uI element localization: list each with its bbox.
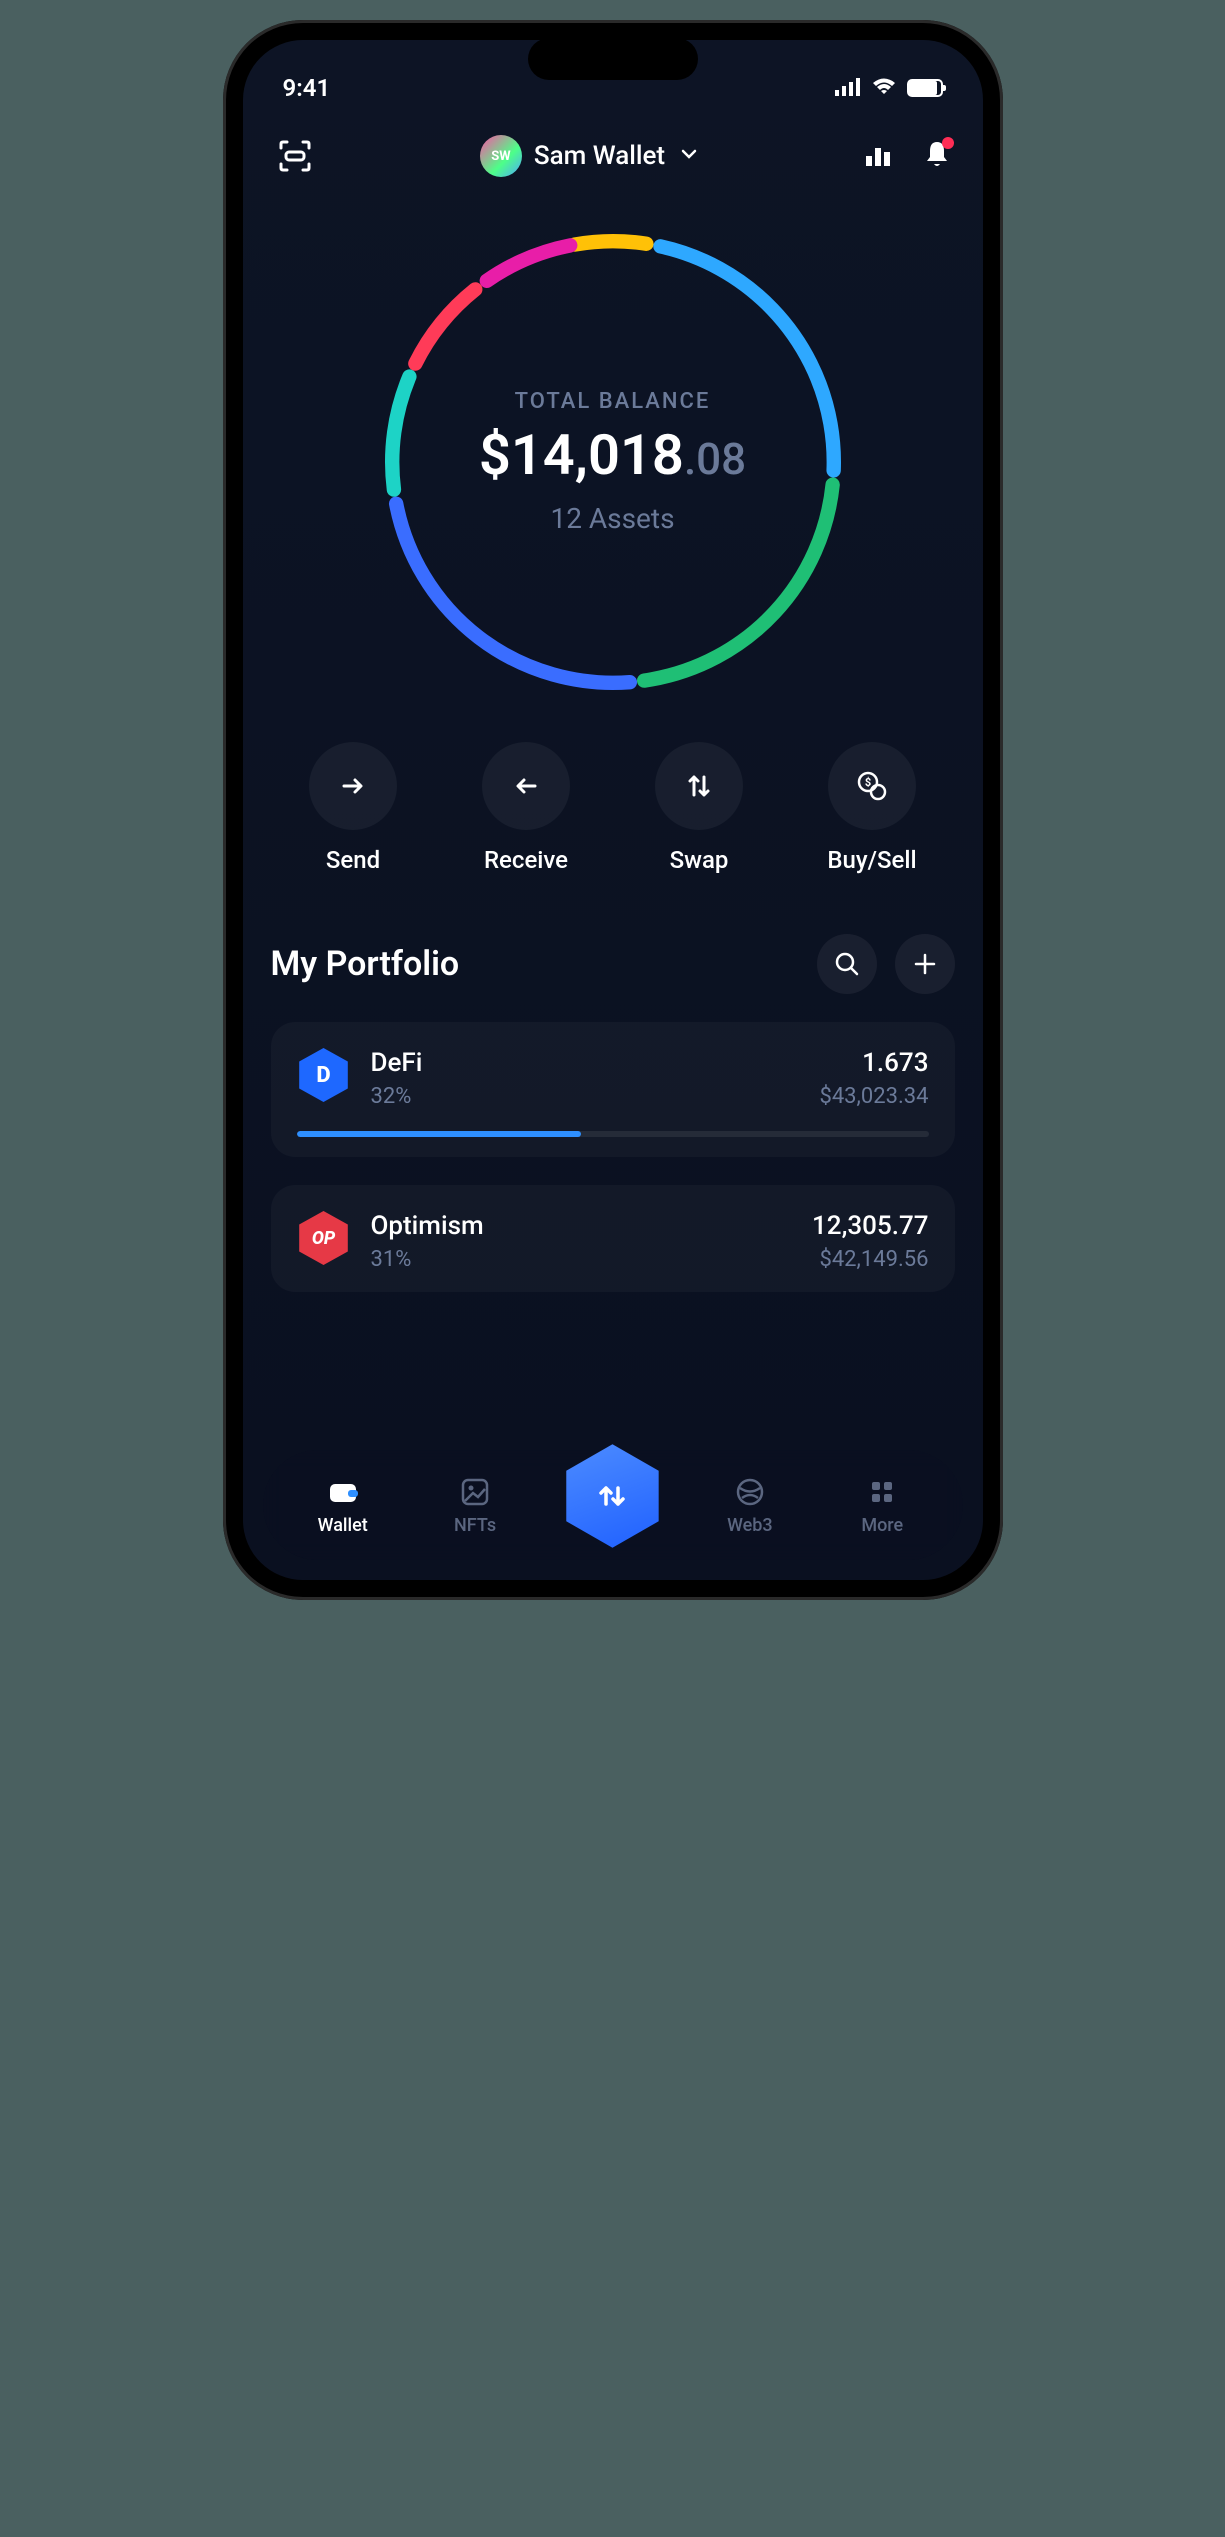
defi-icon: D <box>297 1048 351 1102</box>
balance-value: $14,018.08 <box>479 422 746 488</box>
send-label: Send <box>326 846 380 874</box>
asset-value: $43,023.34 <box>819 1084 928 1109</box>
optimism-icon: OP <box>297 1211 351 1265</box>
search-icon <box>833 950 861 978</box>
notification-dot <box>942 137 954 149</box>
balance-label: TOTAL BALANCE <box>515 389 711 414</box>
buysell-button[interactable]: $ Buy/Sell <box>807 742 937 874</box>
svg-text:$: $ <box>865 776 871 789</box>
wallet-name: Sam Wallet <box>534 141 665 171</box>
globe-icon <box>733 1475 767 1509</box>
portfolio-title: My Portfolio <box>271 944 460 984</box>
swap-center-icon <box>590 1474 634 1518</box>
asset-amount: 12,305.77 <box>812 1211 928 1241</box>
scan-icon <box>277 138 313 174</box>
status-time: 9:41 <box>283 74 331 102</box>
battery-icon <box>907 79 943 97</box>
image-icon <box>458 1475 492 1509</box>
add-button[interactable] <box>895 934 955 994</box>
asset-amount: 1.673 <box>819 1048 928 1078</box>
bottom-nav: Wallet NFTs Web3 More <box>263 1450 963 1560</box>
scan-button[interactable] <box>273 134 317 178</box>
arrow-right-icon <box>336 769 370 803</box>
wifi-icon <box>871 74 897 102</box>
nav-more[interactable]: More <box>832 1475 932 1536</box>
grid-icon <box>865 1475 899 1509</box>
phone-frame: 9:41 SW Sam Wallet <box>223 20 1003 1600</box>
buysell-label: Buy/Sell <box>827 846 916 874</box>
asset-progress <box>297 1131 929 1137</box>
chevron-down-icon <box>679 141 699 171</box>
wallet-avatar: SW <box>480 135 522 177</box>
arrow-left-icon <box>509 769 543 803</box>
screen: 9:41 SW Sam Wallet <box>243 40 983 1580</box>
wallet-icon <box>326 1475 360 1509</box>
nav-swap-center[interactable] <box>557 1441 667 1551</box>
nav-web3-label: Web3 <box>727 1515 773 1536</box>
nav-more-label: More <box>861 1515 903 1536</box>
search-button[interactable] <box>817 934 877 994</box>
nav-nfts-label: NFTs <box>454 1515 496 1536</box>
wallet-selector[interactable]: SW Sam Wallet <box>480 135 699 177</box>
device-notch <box>528 38 698 80</box>
swap-icon <box>682 769 716 803</box>
top-bar: SW Sam Wallet <box>243 110 983 202</box>
receive-button[interactable]: Receive <box>461 742 591 874</box>
receive-label: Receive <box>484 846 568 874</box>
cellular-icon <box>835 74 861 102</box>
send-button[interactable]: Send <box>288 742 418 874</box>
plus-icon <box>911 950 939 978</box>
nav-nfts[interactable]: NFTs <box>425 1475 525 1536</box>
action-row: Send Receive Swap $ Buy/Sell <box>243 702 983 874</box>
assets-count: 12 Assets <box>550 502 674 535</box>
balance-center: TOTAL BALANCE $14,018.08 12 Assets <box>243 222 983 702</box>
asset-name: Optimism <box>371 1211 484 1241</box>
asset-card-defi[interactable]: D DeFi 32% 1.673 $43,023.34 <box>271 1022 955 1157</box>
portfolio-section: My Portfolio D DeFi 32% <box>243 874 983 1292</box>
bar-chart-icon <box>862 138 894 170</box>
swap-label: Swap <box>670 846 729 874</box>
asset-value: $42,149.56 <box>812 1247 928 1272</box>
asset-percentage: 32% <box>371 1084 423 1109</box>
chart-button[interactable] <box>862 138 894 174</box>
nav-wallet-label: Wallet <box>318 1515 368 1536</box>
asset-card-optimism[interactable]: OP Optimism 31% 12,305.77 $42,149.56 <box>271 1185 955 1292</box>
coins-icon: $ <box>854 768 890 804</box>
asset-percentage: 31% <box>371 1247 484 1272</box>
asset-name: DeFi <box>371 1048 423 1078</box>
balance-donut[interactable]: TOTAL BALANCE $14,018.08 12 Assets <box>243 222 983 702</box>
swap-button[interactable]: Swap <box>634 742 764 874</box>
nav-web3[interactable]: Web3 <box>700 1475 800 1536</box>
notifications-button[interactable] <box>922 139 952 173</box>
nav-wallet[interactable]: Wallet <box>293 1475 393 1536</box>
